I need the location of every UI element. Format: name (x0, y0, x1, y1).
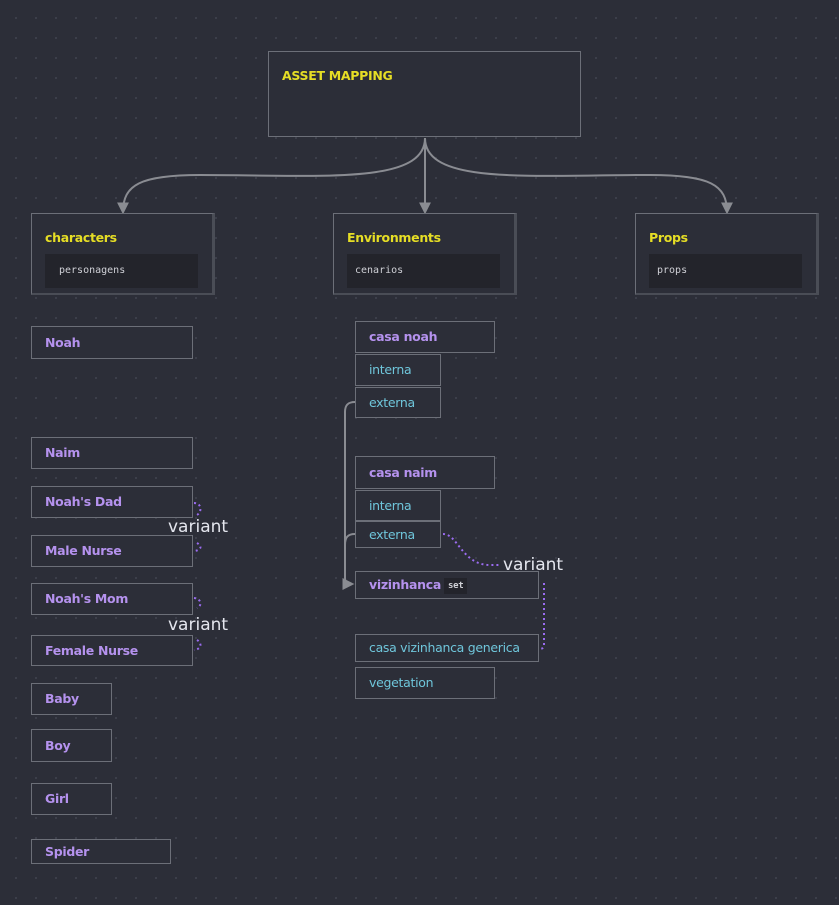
set-tag: set (443, 577, 468, 594)
connector-root-props (424, 137, 733, 215)
variant-link-vizinhanca-generica (538, 583, 545, 650)
character-item[interactable]: Female Nurse (31, 635, 193, 666)
env-casa-naim-externa[interactable]: externa (355, 521, 441, 548)
env-casa-noah-externa[interactable]: externa (355, 387, 441, 418)
category-code: cenarios (347, 254, 500, 288)
variant-link-externa-generica (442, 533, 500, 566)
category-code: props (649, 254, 802, 288)
root-node[interactable]: ASSET MAPPING (268, 51, 581, 137)
variant-label: variant (503, 555, 564, 575)
env-vegetation[interactable]: vegetation (355, 667, 495, 699)
connector-externa-vizinhanca (342, 401, 356, 590)
character-item[interactable]: Noah (31, 326, 193, 359)
variant-label: variant (168, 517, 229, 537)
category-title: Props (649, 230, 688, 245)
env-vizinhanca-label: vizinhanca (369, 577, 441, 592)
category-code: personagens (45, 254, 198, 288)
category-environments[interactable]: Environments cenarios (333, 213, 517, 295)
variant-label: variant (168, 615, 229, 635)
root-title: ASSET MAPPING (282, 68, 393, 83)
character-item[interactable]: Baby (31, 683, 112, 715)
character-item[interactable]: Girl (31, 783, 112, 815)
character-item[interactable]: Noah's Dad (31, 486, 193, 518)
env-casa-vizinhanca-generica[interactable]: casa vizinhanca generica (355, 634, 539, 662)
character-item[interactable]: Noah's Mom (31, 583, 193, 615)
env-vizinhanca[interactable]: vizinhanca set (355, 571, 539, 599)
category-title: characters (45, 230, 117, 245)
character-item[interactable]: Spider (31, 839, 171, 864)
connector-root-characters (117, 137, 426, 215)
connector-externa2-merge (344, 533, 356, 546)
character-item[interactable]: Boy (31, 729, 112, 762)
env-casa-naim-interna[interactable]: interna (355, 490, 441, 521)
env-casa-noah[interactable]: casa noah (355, 321, 495, 353)
character-item[interactable]: Naim (31, 437, 193, 469)
category-props[interactable]: Props props (635, 213, 819, 295)
category-title: Environments (347, 230, 441, 245)
character-item[interactable]: Male Nurse (31, 535, 193, 567)
env-casa-naim[interactable]: casa naim (355, 456, 495, 489)
category-characters[interactable]: characters personagens (31, 213, 215, 295)
env-casa-noah-interna[interactable]: interna (355, 354, 441, 386)
